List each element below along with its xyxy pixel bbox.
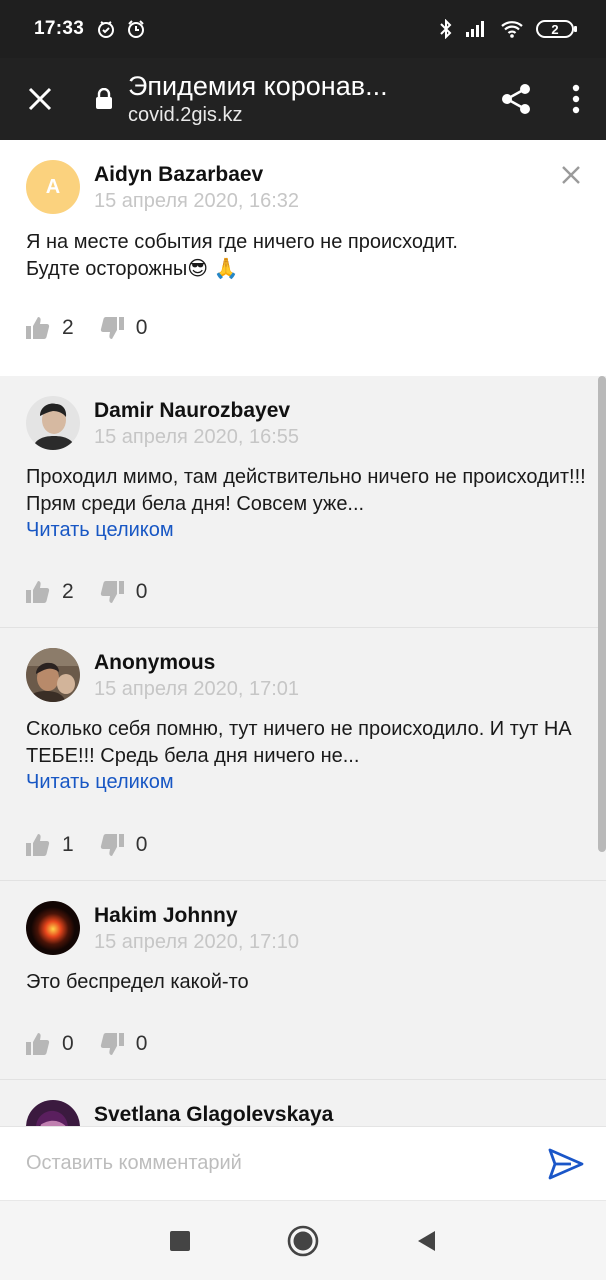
send-icon bbox=[548, 1148, 584, 1179]
thumbs-up-icon[interactable] bbox=[24, 831, 52, 859]
comment-author: Hakim Johnny bbox=[94, 904, 238, 927]
like-count: 2 bbox=[62, 580, 74, 603]
recents-icon[interactable] bbox=[169, 1230, 191, 1252]
signal-icon bbox=[466, 21, 484, 37]
dislike-count: 0 bbox=[135, 833, 148, 856]
comment-author: Damir Naurozbayev bbox=[94, 399, 291, 422]
avatar bbox=[26, 396, 80, 450]
comment-text: Это беспредел какой-то bbox=[26, 971, 249, 993]
share-icon bbox=[502, 84, 530, 114]
close-button[interactable] bbox=[0, 58, 80, 140]
comment-input[interactable] bbox=[26, 1152, 526, 1175]
comment-text: Сколько себя помню, тут ничего не происх… bbox=[26, 718, 572, 767]
comment-input-bar bbox=[0, 1126, 606, 1200]
overflow-menu-button[interactable] bbox=[546, 58, 606, 140]
page-url: covid.2gis.kz bbox=[128, 104, 243, 126]
status-time: 17:33 bbox=[34, 18, 85, 39]
close-icon bbox=[28, 87, 52, 111]
dislike-count: 0 bbox=[135, 580, 148, 603]
comment-item: Damir Naurozbayev 15 апреля 2020, 16:55 … bbox=[0, 376, 606, 628]
read-more-link[interactable]: Читать целиком bbox=[26, 519, 174, 542]
comment-author: Aidyn Bazarbaev bbox=[94, 163, 264, 186]
bluetooth-icon bbox=[440, 19, 452, 39]
comment-text: Я на месте события где ничего не происхо… bbox=[26, 229, 586, 283]
comment-text: Проходил мимо, там действительно ничего … bbox=[26, 466, 586, 515]
vote-bar: 0 0 bbox=[24, 1030, 171, 1058]
comments-list: A Aidyn Bazarbaev 15 апреля 2020, 16:32 … bbox=[0, 140, 606, 1126]
like-count: 2 bbox=[62, 316, 74, 339]
comment-author: Anonymous bbox=[94, 651, 216, 674]
vote-bar: 2 0 bbox=[24, 314, 171, 342]
thumbs-up-icon[interactable] bbox=[24, 578, 52, 606]
avatar-letter: A bbox=[45, 175, 61, 198]
dislike-count: 0 bbox=[135, 316, 148, 339]
comment-date: 15 апреля 2020, 17:01 bbox=[94, 678, 300, 700]
screen: { "status_bar": { "time": "17:33", "batt… bbox=[0, 0, 606, 1280]
comment-date: 15 апреля 2020, 16:55 bbox=[94, 426, 300, 448]
battery-icon: 2 bbox=[536, 20, 577, 38]
avatar bbox=[26, 648, 80, 702]
comment-text-line: Я на месте события где ничего не происхо… bbox=[26, 231, 458, 253]
comment-item: Hakim Johnny 15 апреля 2020, 17:10 Это б… bbox=[0, 881, 606, 1080]
dislike-count: 0 bbox=[135, 1032, 148, 1055]
read-more-link[interactable]: Читать целиком bbox=[26, 771, 174, 794]
thumbs-down-icon[interactable] bbox=[98, 578, 126, 606]
close-icon bbox=[562, 166, 580, 184]
battery-level: 2 bbox=[551, 21, 559, 37]
title-block: Эпидемия коронав... covid.2gis.kz bbox=[128, 71, 486, 127]
dismiss-button[interactable] bbox=[556, 160, 586, 190]
avatar: A bbox=[26, 160, 80, 214]
avatar bbox=[26, 1100, 80, 1126]
scrollbar[interactable] bbox=[598, 376, 606, 852]
page-title: Эпидемия коронав... bbox=[128, 71, 388, 101]
alarm-icon bbox=[128, 20, 145, 38]
lock-icon bbox=[80, 88, 128, 110]
back-icon[interactable] bbox=[415, 1229, 437, 1253]
comment-item: Anonymous 15 апреля 2020, 17:01 Сколько … bbox=[0, 628, 606, 881]
system-nav-bar bbox=[0, 1200, 606, 1280]
thumbs-down-icon[interactable] bbox=[98, 831, 126, 859]
share-button[interactable] bbox=[486, 58, 546, 140]
comment-date: 15 апреля 2020, 17:10 bbox=[94, 931, 300, 953]
comment-item: Svetlana Glagolevskaya bbox=[0, 1080, 606, 1126]
avatar bbox=[26, 901, 80, 955]
status-bar: 17:33 2 bbox=[0, 0, 606, 58]
comment-date: 15 апреля 2020, 16:32 bbox=[94, 190, 300, 212]
comment-item: A Aidyn Bazarbaev 15 апреля 2020, 16:32 … bbox=[0, 140, 606, 376]
app-bar: Эпидемия коронав... covid.2gis.kz bbox=[0, 58, 606, 140]
vote-bar: 1 0 bbox=[24, 831, 171, 859]
thumbs-up-icon[interactable] bbox=[24, 1030, 52, 1058]
like-count: 1 bbox=[62, 833, 74, 856]
comment-text-line: Будте осторожны😎 🙏 bbox=[26, 258, 239, 280]
thumbs-down-icon[interactable] bbox=[98, 314, 126, 342]
thumbs-up-icon[interactable] bbox=[24, 314, 52, 342]
data-saver-icon bbox=[98, 21, 115, 38]
thumbs-down-icon[interactable] bbox=[98, 1030, 126, 1058]
more-vertical-icon bbox=[572, 84, 580, 114]
wifi-icon bbox=[501, 21, 523, 38]
send-button[interactable] bbox=[526, 1127, 606, 1201]
comment-author: Svetlana Glagolevskaya bbox=[94, 1103, 334, 1126]
home-icon[interactable] bbox=[287, 1225, 319, 1257]
like-count: 0 bbox=[62, 1032, 74, 1055]
vote-bar: 2 0 bbox=[24, 578, 171, 606]
